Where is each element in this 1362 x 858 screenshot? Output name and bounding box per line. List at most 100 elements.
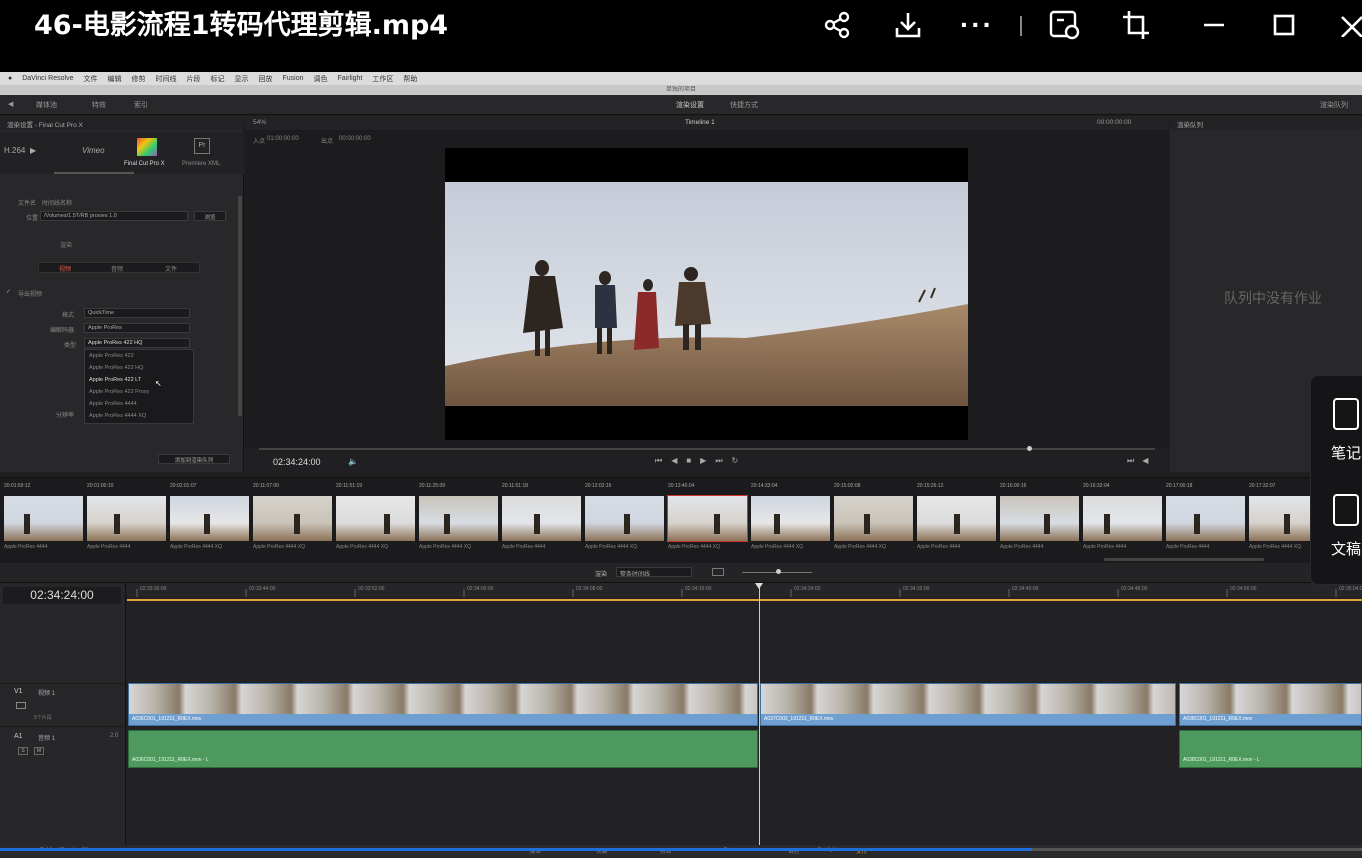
document-icon[interactable] — [1333, 494, 1359, 526]
clip-thumbnail[interactable] — [1083, 496, 1162, 541]
match-frame-icon[interactable]: ⏭◀ — [1127, 456, 1156, 466]
video-clip[interactable]: A036C001_191211_R0EX.mov — [128, 683, 758, 726]
codec-select[interactable]: Apple ProRes — [84, 323, 190, 333]
tab-file[interactable]: 文件 — [165, 264, 177, 273]
premiere-icon[interactable]: Pr — [194, 138, 210, 154]
a1-mute-button[interactable]: M — [34, 747, 44, 755]
toolbar-prev-icon[interactable]: ◀ — [8, 100, 13, 108]
clip-thumbnail[interactable] — [4, 496, 83, 541]
toolbar-media-pool[interactable]: 媒体池 — [36, 100, 57, 110]
toolbar-center-sub[interactable]: 快捷方式 — [730, 100, 758, 110]
audio-clip[interactable]: A036C001_191211_R0EX.mov - L — [128, 730, 758, 768]
menu-clip[interactable]: 片段 — [186, 74, 200, 84]
menu-color[interactable]: 调色 — [313, 74, 327, 84]
clip-thumbnail[interactable] — [336, 496, 415, 541]
playhead-handle-icon[interactable] — [755, 583, 763, 589]
clip-thumbnail[interactable] — [585, 496, 664, 541]
viewer-scrubber[interactable] — [259, 448, 1155, 450]
playhead[interactable] — [759, 583, 760, 845]
menu-mark[interactable]: 标记 — [210, 74, 224, 84]
type-option[interactable]: Apple ProRes 422 — [89, 353, 134, 359]
menu-playback[interactable]: 回放 — [258, 74, 272, 84]
browse-button[interactable]: 浏览 — [194, 211, 226, 221]
viewer-zoom[interactable]: 54% — [253, 119, 266, 126]
tab-video[interactable]: 视频 — [59, 264, 71, 273]
timeline-ruler[interactable]: 02:33:36:00 02:33:44:00 02:33:52:00 02:34:0… — [127, 583, 1362, 597]
type-option[interactable]: Apple ProRes 422 HQ — [89, 365, 143, 371]
viewer-timeline-name[interactable]: Timeline 1 — [685, 119, 715, 126]
clip-thumbnail[interactable] — [502, 496, 581, 541]
clip-thumbnail[interactable] — [834, 496, 913, 541]
volume-icon[interactable]: 🔈 — [348, 457, 358, 466]
zoom-slider-handle[interactable] — [776, 569, 781, 574]
screenshot-icon[interactable] — [1046, 8, 1084, 42]
render-range-select[interactable]: 整条时间线 — [616, 567, 692, 577]
menu-view[interactable]: 显示 — [234, 74, 248, 84]
type-option-selected[interactable]: Apple ProRes 422 LT — [89, 377, 141, 383]
format-select[interactable]: QuickTime — [84, 308, 190, 318]
v1-monitor-icon[interactable] — [16, 702, 26, 709]
type-option[interactable]: Apple ProRes 4444 — [89, 401, 137, 407]
clip-thumbnail[interactable] — [170, 496, 249, 541]
clip-thumbnail[interactable] — [419, 496, 498, 541]
location-field[interactable]: /Volumes/1.5T/RB proxies 1.0 — [40, 211, 188, 221]
menu-app[interactable]: DaVinci Resolve — [22, 75, 73, 82]
clip-thumbnail[interactable] — [751, 496, 830, 541]
audio-clip[interactable]: A038C001_191211_R0EX.mov - L — [1179, 730, 1362, 768]
more-icon[interactable]: ··· — [958, 8, 996, 42]
filename-value[interactable]: 时间线名称 — [42, 198, 72, 207]
menu-edit[interactable]: 编辑 — [107, 74, 121, 84]
panel-scrollbar[interactable] — [238, 196, 242, 416]
preset-scroll[interactable] — [54, 172, 134, 174]
video-frame[interactable] — [445, 148, 968, 440]
menu-fairlight[interactable]: Fairlight — [337, 75, 362, 82]
clip-thumbnail[interactable] — [1000, 496, 1079, 541]
toolbar-render-queue[interactable]: 渲染队列 — [1320, 100, 1348, 110]
close-icon[interactable] — [1338, 8, 1362, 42]
menu-workspace[interactable]: 工作区 — [372, 74, 393, 84]
scrubber-handle[interactable] — [1027, 446, 1032, 451]
type-select[interactable]: Apple ProRes 422 HQ — [84, 338, 190, 348]
share-icon[interactable] — [820, 8, 854, 42]
clip-thumbnail[interactable] — [917, 496, 996, 541]
maximize-icon[interactable] — [1270, 8, 1298, 42]
fcp-icon[interactable] — [137, 138, 157, 156]
preset-premiere[interactable]: Premiere XML — [182, 161, 220, 167]
toolbar-effects[interactable]: 特效 — [92, 100, 106, 110]
type-option[interactable]: Apple ProRes 4444 XQ — [89, 413, 146, 419]
video-clip[interactable]: A037C002_191211_R0EX.mov — [760, 683, 1176, 726]
toolbar-index[interactable]: 索引 — [134, 100, 148, 110]
preset-vimeo[interactable]: Vimeo — [82, 146, 105, 155]
notes-label[interactable]: 笔记 — [1331, 442, 1361, 463]
menu-fusion[interactable]: Fusion — [282, 75, 303, 82]
clip-thumbnail[interactable] — [1166, 496, 1245, 541]
a1-name[interactable]: 音频 1 — [38, 733, 55, 742]
strip-scrollbar[interactable] — [1104, 558, 1264, 561]
menu-trim[interactable]: 修剪 — [131, 74, 145, 84]
menu-help[interactable]: 帮助 — [403, 74, 417, 84]
notes-icon[interactable] — [1333, 398, 1359, 430]
clip-view-icon[interactable] — [712, 568, 724, 576]
tab-audio[interactable]: 音频 — [111, 264, 123, 273]
download-icon[interactable] — [891, 8, 925, 42]
video-clip[interactable]: A038C001_191211_R0EX.mov — [1179, 683, 1362, 726]
a1-solo-button[interactable]: S — [18, 747, 28, 755]
preset-youtube-icon[interactable]: ▶ — [30, 146, 36, 155]
menu-file[interactable]: 文件 — [83, 74, 97, 84]
export-video-checkbox[interactable]: ✓ — [6, 288, 11, 295]
preset-fcp[interactable]: Final Cut Pro X — [124, 161, 165, 167]
render-range-bar[interactable] — [127, 599, 1362, 601]
clip-thumbnail[interactable] — [253, 496, 332, 541]
apple-icon[interactable]: ● — [8, 75, 12, 82]
clip-thumbnail[interactable] — [667, 495, 748, 542]
document-label[interactable]: 文稿 — [1331, 538, 1361, 559]
preset-h264[interactable]: H.264 — [4, 146, 25, 155]
v1-name[interactable]: 视频 1 — [38, 688, 55, 697]
crop-icon[interactable] — [1118, 8, 1154, 42]
minimize-icon[interactable] — [1200, 8, 1228, 42]
add-to-render-queue-button[interactable]: 添加到渲染队列 — [158, 454, 230, 464]
type-option[interactable]: Apple ProRes 422 Proxy — [89, 389, 149, 395]
clip-thumbnail[interactable] — [87, 496, 166, 541]
transport-controls[interactable]: ⏮◀■▶⏭↻ — [655, 456, 747, 466]
menu-timeline[interactable]: 时间线 — [155, 74, 176, 84]
